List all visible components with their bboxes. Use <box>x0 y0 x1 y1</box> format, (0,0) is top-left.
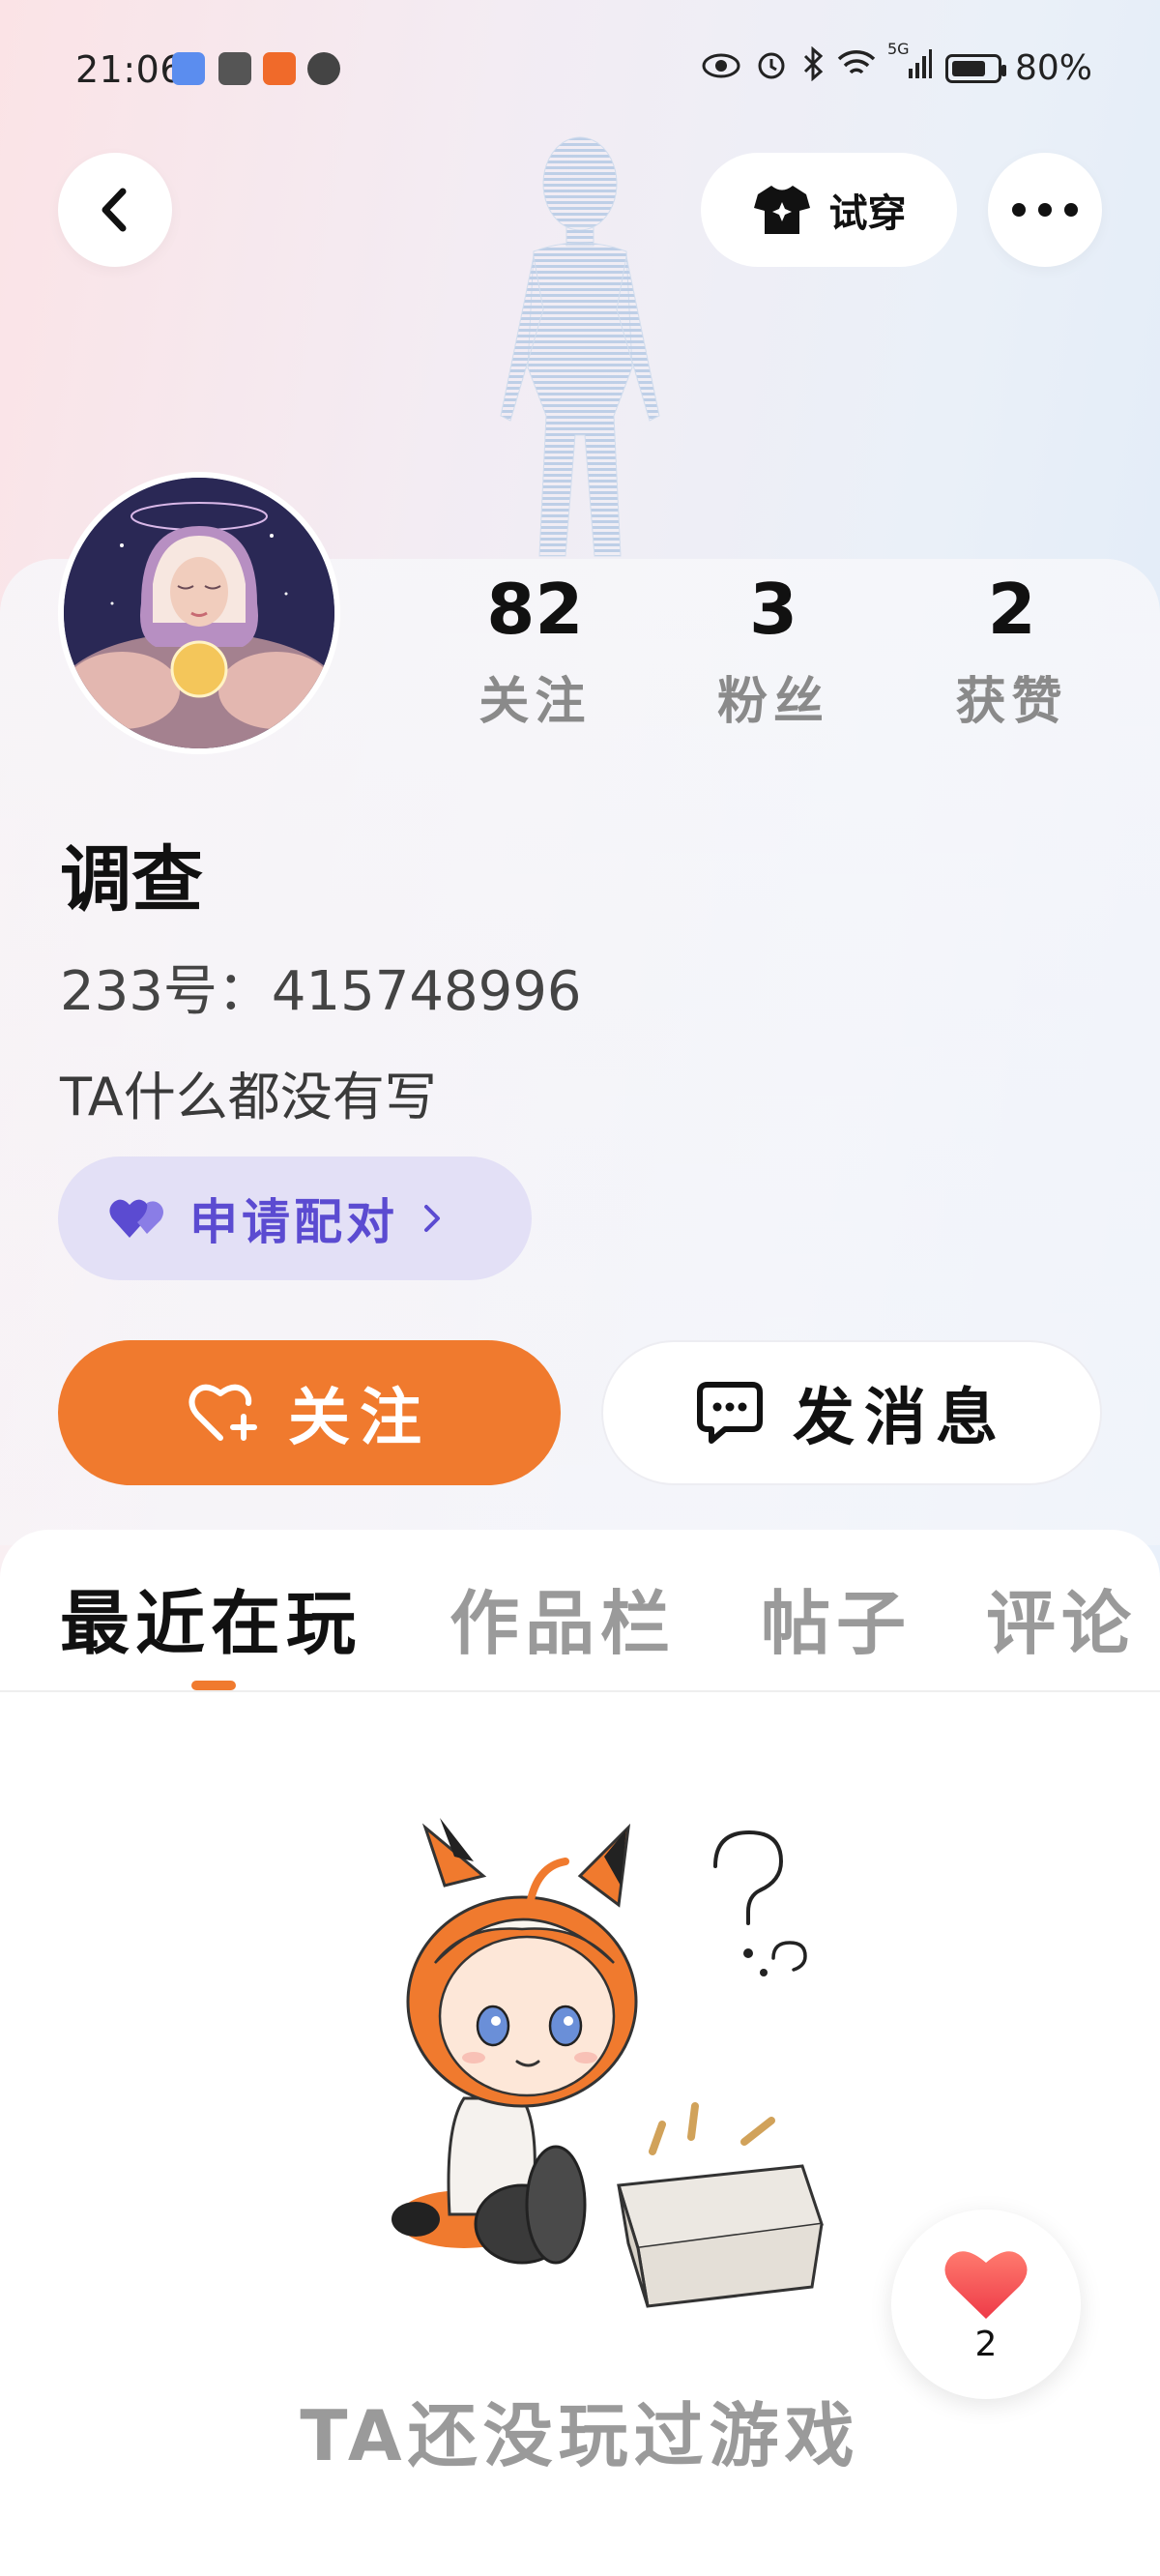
stat-following-label: 关注 <box>478 673 592 731</box>
send-message-label: 发消息 <box>793 1383 1007 1454</box>
try-on-button[interactable]: 试穿 <box>701 153 957 267</box>
profile-uid: 233号：415748996 <box>60 960 582 1023</box>
alarm-icon <box>754 46 789 90</box>
like-count: 2 <box>974 2324 998 2364</box>
profile-tabs: 最近在玩 作品栏 帖子 评论 <box>0 1566 1160 1673</box>
eye-icon <box>702 48 740 88</box>
wifi-icon <box>837 48 876 88</box>
try-on-label: 试穿 <box>828 191 907 236</box>
stat-likes-value: 2 <box>987 569 1036 650</box>
chevron-left-icon <box>102 188 127 232</box>
follow-button[interactable]: 关注 <box>58 1340 561 1485</box>
chevron-right-icon <box>424 1205 440 1232</box>
chat-bubble-icon <box>697 1382 763 1444</box>
send-message-button[interactable]: 发消息 <box>601 1340 1102 1485</box>
tab-works[interactable]: 作品栏 <box>450 1566 676 1668</box>
heart-plus-icon <box>188 1384 257 1441</box>
taobao-notification-icon <box>263 52 296 85</box>
status-time: 21:06 <box>75 48 185 91</box>
stat-likes-label: 获赞 <box>955 673 1068 731</box>
avatar-hologram-figure <box>500 136 660 557</box>
stat-likes[interactable]: 2 获赞 <box>892 566 1131 733</box>
tab-posts[interactable]: 帖子 <box>761 1566 912 1668</box>
tshirt-icon <box>753 186 810 234</box>
avatar-image <box>64 478 334 748</box>
battery-level-fill <box>951 60 986 76</box>
profile-name: 调查 <box>60 838 203 922</box>
hearts-icon <box>109 1199 163 1238</box>
stat-followers-label: 粉丝 <box>717 673 830 731</box>
status-indicators: 5G 80% <box>702 40 1092 90</box>
follow-label: 关注 <box>288 1383 431 1454</box>
cellular-signal-icon: 5G <box>887 40 932 89</box>
active-tab-indicator <box>191 1681 236 1690</box>
request-pair-button[interactable]: 申请配对 <box>58 1156 532 1280</box>
stat-followers-value: 3 <box>748 569 798 650</box>
status-bar: 21:06 5G 80% <box>0 0 1160 140</box>
avatar[interactable] <box>58 472 340 754</box>
back-button[interactable] <box>58 153 172 267</box>
message-notification-icon <box>307 52 340 85</box>
like-button[interactable]: 2 <box>891 2210 1081 2399</box>
battery-icon <box>944 53 1006 83</box>
bluetooth-icon <box>802 45 824 90</box>
more-button[interactable] <box>988 153 1102 267</box>
request-pair-label: 申请配对 <box>189 1194 398 1250</box>
app-notification-icon <box>172 52 205 85</box>
tab-recently-played[interactable]: 最近在玩 <box>60 1566 362 1668</box>
more-horizontal-icon <box>1012 203 1078 217</box>
profile-stats: 82 关注 3 粉丝 2 获赞 <box>416 566 1131 733</box>
tab-comments[interactable]: 评论 <box>986 1566 1137 1668</box>
network-type-label: 5G <box>886 40 910 58</box>
empty-state-illustration <box>392 1818 824 2308</box>
stat-following[interactable]: 82 关注 <box>416 566 654 733</box>
upload-notification-icon <box>218 52 251 85</box>
tab-divider <box>0 1690 1160 1692</box>
profile-bio: TA什么都没有写 <box>60 1067 437 1127</box>
battery-percent: 80% <box>1014 48 1092 88</box>
stat-following-value: 82 <box>486 569 584 650</box>
heart-icon <box>944 2250 1028 2319</box>
stat-followers[interactable]: 3 粉丝 <box>654 566 893 733</box>
